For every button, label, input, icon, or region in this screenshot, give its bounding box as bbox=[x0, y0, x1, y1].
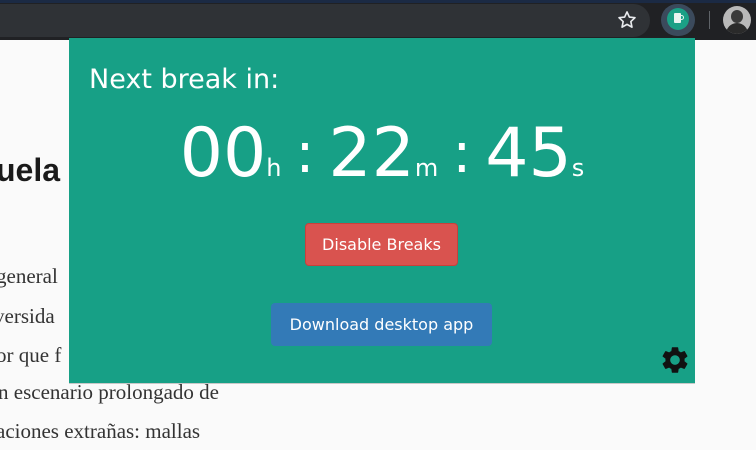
disable-breaks-button[interactable]: Disable Breaks bbox=[305, 223, 458, 266]
break-timer-popup: Next break in: 00h:22m:45s Disable Break… bbox=[69, 38, 695, 383]
timer-separator: : bbox=[295, 121, 315, 186]
article-line: versida bbox=[0, 304, 55, 328]
article-line: aciones extrañas: mallas bbox=[0, 419, 201, 443]
timer-seconds: 45 bbox=[485, 114, 572, 193]
avatar[interactable] bbox=[723, 6, 751, 34]
download-desktop-app-button[interactable]: Download desktop app bbox=[271, 303, 492, 346]
address-bar[interactable] bbox=[0, 4, 650, 37]
article-line: or que f bbox=[0, 343, 62, 367]
star-icon[interactable] bbox=[616, 9, 638, 31]
popup-bottom-divider bbox=[69, 383, 695, 384]
toolbar-divider bbox=[709, 11, 710, 29]
timer-minutes-unit: m bbox=[414, 154, 439, 182]
timer-hours-unit: h bbox=[266, 154, 282, 182]
popup-title: Next break in: bbox=[89, 64, 280, 95]
article-line: general bbox=[0, 264, 58, 288]
avatar-body bbox=[726, 23, 748, 34]
browser-toolbar bbox=[0, 0, 756, 40]
timer-hours: 00 bbox=[179, 114, 267, 193]
tab-strip-edge bbox=[0, 0, 756, 3]
gear-icon[interactable] bbox=[659, 344, 691, 376]
timer-seconds-unit: s bbox=[571, 154, 585, 182]
avatar-head bbox=[731, 10, 743, 23]
article-heading: uela bbox=[0, 152, 61, 188]
timer-separator: : bbox=[452, 121, 472, 186]
timer-minutes: 22 bbox=[328, 114, 415, 193]
countdown-timer: 00h:22m:45s bbox=[69, 120, 695, 190]
